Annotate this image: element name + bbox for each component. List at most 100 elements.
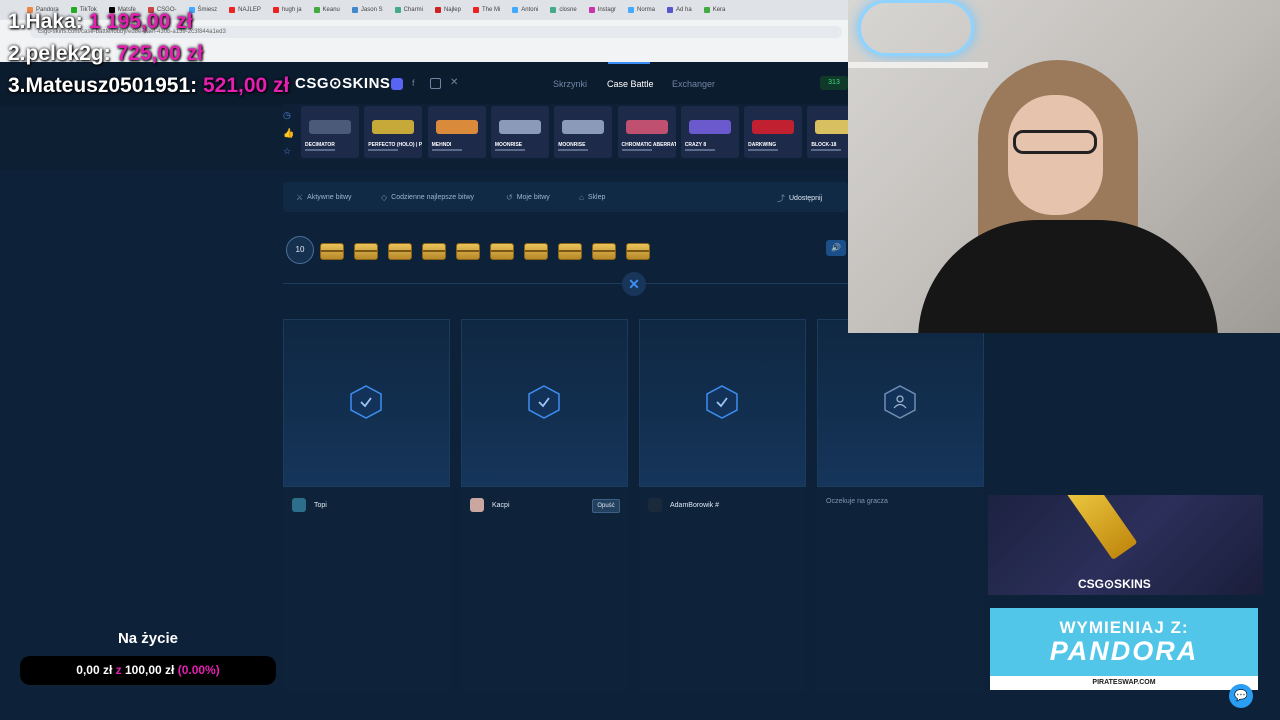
weapon-icon xyxy=(309,120,351,134)
drop-name: MEHNDI xyxy=(431,142,452,148)
history-icon: ↺ xyxy=(506,193,513,202)
star-icon[interactable]: ☆ xyxy=(283,146,291,157)
favicon-icon xyxy=(229,7,236,13)
round-count-badge: 10 xyxy=(286,236,314,264)
live-drop-item[interactable]: MOONRISE xyxy=(554,106,613,158)
weapon-icon xyxy=(688,120,731,134)
balance-badge[interactable]: 313 xyxy=(820,76,848,90)
facebook-icon[interactable]: f xyxy=(412,78,415,88)
player-name: Kacpi xyxy=(492,501,510,509)
case-chest-icon[interactable] xyxy=(422,243,446,260)
browser-tab[interactable]: Najlep xyxy=(430,7,466,13)
case-chest-icon[interactable] xyxy=(592,243,616,260)
live-drop-item[interactable]: DARKWING xyxy=(744,106,803,158)
browser-tab[interactable]: NAJLEP xyxy=(224,7,266,13)
filter-shop[interactable]: ⌂ Sklep xyxy=(579,193,605,202)
clock-icon[interactable]: ◷ xyxy=(283,110,291,121)
browser-tab[interactable]: The Mi xyxy=(468,7,505,13)
tab-label: Instagr xyxy=(597,7,616,13)
case-chest-icon[interactable] xyxy=(354,243,378,260)
chat-bubble-icon[interactable]: 💬 xyxy=(1229,684,1253,708)
case-chest-icon[interactable] xyxy=(388,243,412,260)
drop-name: PERFECTO (HOLO) | PARIS 2023 xyxy=(368,142,422,148)
streamer-face xyxy=(1008,95,1103,215)
live-drop-item[interactable]: MEHNDI xyxy=(427,106,486,158)
tab-label: Jason S xyxy=(360,7,383,13)
browser-tab[interactable]: closne xyxy=(545,7,581,13)
weapon-icon xyxy=(562,120,605,134)
instagram-icon[interactable] xyxy=(430,78,441,89)
browser-tab[interactable]: hugh ja xyxy=(268,7,307,13)
drop-name: BLOCK-18 xyxy=(811,142,837,148)
browser-tab[interactable]: Norma xyxy=(623,7,660,13)
share-icon: ⤴ xyxy=(777,194,785,203)
sound-toggle-button[interactable]: 🔊 xyxy=(826,240,846,256)
share-button[interactable]: ⤴ Udostępnij xyxy=(777,193,822,204)
waiting-user-icon xyxy=(883,385,917,419)
case-chest-icon[interactable] xyxy=(490,243,514,260)
tab-label: Ad ha xyxy=(676,7,692,13)
active-nav-indicator xyxy=(608,62,650,64)
favicon-icon xyxy=(272,7,279,13)
neon-sign xyxy=(858,0,974,56)
leaderboard-row-1: 1.Haka: 1 195,00 zł xyxy=(8,10,193,33)
favicon-icon xyxy=(667,7,674,13)
weapon-icon xyxy=(498,120,541,134)
case-chest-icon[interactable] xyxy=(524,243,548,260)
browser-tab[interactable]: Jason S xyxy=(347,7,388,13)
player-drops-area xyxy=(639,487,806,692)
drop-sub xyxy=(494,149,525,151)
leaderboard-row-2: 2.pelek2g: 725,00 zł xyxy=(8,42,203,65)
drop-sub xyxy=(748,149,779,151)
case-chest-icon[interactable] xyxy=(626,243,650,260)
tab-label: Kera xyxy=(712,7,726,13)
drop-sub xyxy=(811,149,842,151)
case-chest-icon[interactable] xyxy=(320,243,344,260)
player-drops-area xyxy=(817,487,984,692)
nav-cases[interactable]: Skrzynki xyxy=(553,79,587,89)
leave-battle-button[interactable]: Opuść xyxy=(592,499,620,513)
case-chest-icon[interactable] xyxy=(558,243,582,260)
filter-active-battles[interactable]: ⚔ Aktywne bitwy xyxy=(296,193,352,202)
knife-icon xyxy=(1058,495,1138,561)
live-drop-item[interactable]: MOONRISE xyxy=(490,106,549,158)
streamer-body xyxy=(918,220,1218,333)
favicon-icon xyxy=(512,7,519,13)
browser-tab[interactable]: Antoni xyxy=(507,7,543,13)
browser-tab[interactable]: Keanu xyxy=(309,7,345,13)
csgo-skins-ad: CSG⊙SKINS xyxy=(988,495,1263,595)
favicon-icon xyxy=(313,7,320,13)
live-drop-item[interactable]: DECIMATOR xyxy=(301,106,359,158)
live-drop-item[interactable]: PERFECTO (HOLO) | PARIS 2023 xyxy=(364,106,423,158)
shelf xyxy=(848,62,988,68)
weapon-icon xyxy=(372,120,415,134)
filter-best-daily[interactable]: ◇ Codzienne najlepsze bitwy xyxy=(381,193,474,202)
browser-tab[interactable]: Kera xyxy=(699,7,731,13)
drop-sub xyxy=(684,149,715,151)
case-chest-icon[interactable] xyxy=(456,243,480,260)
player-name: AdamBorowik # xyxy=(670,501,720,509)
webcam-feed xyxy=(848,0,1280,333)
browser-tab[interactable]: Charmi xyxy=(390,7,428,13)
weapon-icon xyxy=(625,120,668,134)
drop-name: CHROMATIC ABERRATION xyxy=(621,142,676,148)
nav-exchanger[interactable]: Exchanger xyxy=(672,79,715,89)
nav-case-battle[interactable]: Case Battle xyxy=(607,79,654,89)
thumb-up-icon[interactable]: 👍 xyxy=(283,128,294,139)
favicon-icon xyxy=(434,7,441,13)
tab-label: Keanu xyxy=(322,7,340,13)
x-twitter-icon[interactable]: ✕ xyxy=(450,77,458,88)
favicon-icon xyxy=(472,7,479,13)
avatar xyxy=(470,498,484,512)
live-drop-item[interactable]: CHROMATIC ABERRATION xyxy=(617,106,676,158)
discord-icon[interactable] xyxy=(391,78,403,90)
live-drop-item[interactable]: CRAZY 8 xyxy=(680,106,739,158)
tab-label: Antoni xyxy=(521,7,539,13)
pandora-ad: WYMIENIAJ Z: PANDORA PIRATESWAP.COM xyxy=(990,608,1258,690)
browser-tab[interactable]: Instagr xyxy=(584,7,621,13)
player-name: Topi xyxy=(314,501,327,509)
site-logo[interactable]: CSG⊙SKINS xyxy=(295,74,390,92)
filter-my-battles[interactable]: ↺ Moje bitwy xyxy=(506,193,550,202)
tab-label: hugh ja xyxy=(281,7,302,13)
browser-tab[interactable]: Ad ha xyxy=(662,7,697,13)
